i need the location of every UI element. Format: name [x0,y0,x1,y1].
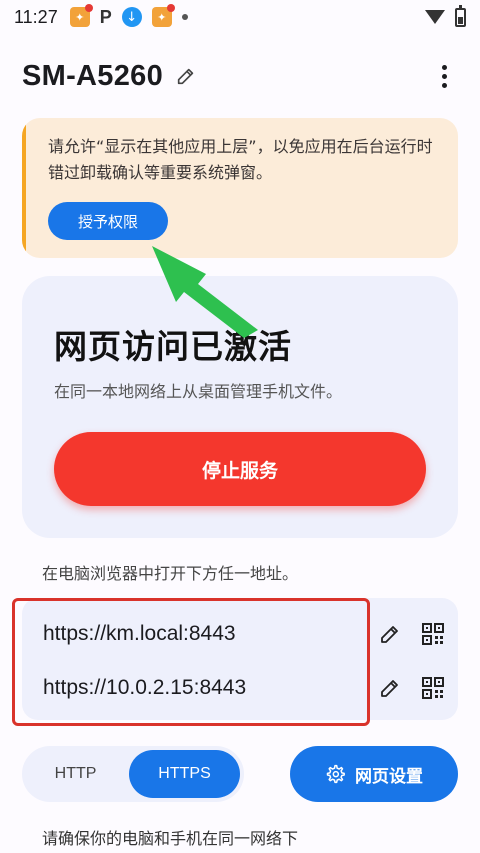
web-settings-button[interactable]: 网页设置 [290,746,458,802]
permission-message: 请允许“显示在其他应用上层”，以免应用在后台运行时错过卸载确认等重要系统弹窗。 [48,137,433,182]
protocol-option-http[interactable]: HTTP [26,750,125,798]
pencil-icon[interactable] [378,622,402,646]
qr-code-icon[interactable] [422,677,444,699]
status-right [425,4,466,27]
protocol-toggle: HTTP HTTPS [22,746,244,802]
device-name-title: SM-A5260 [22,59,164,92]
app-header: SM-A5260 [22,54,458,98]
pencil-icon[interactable] [378,676,402,700]
web-settings-label: 网页设置 [355,766,423,787]
protocol-option-https[interactable]: HTTPS [129,750,240,798]
url-highlight-box [12,598,370,726]
gear-icon [326,764,345,784]
access-status-subtitle: 在同一本地网络上从桌面管理手机文件。 [54,382,343,401]
stop-service-button[interactable]: 停止服务 [54,432,426,506]
browser-hint-text: 在电脑浏览器中打开下方任一地址。 [42,564,299,583]
qr-code-icon[interactable] [422,623,444,645]
network-footer-note: 请确保你的电脑和手机在同一网络下 [42,829,299,848]
wifi-icon [425,10,445,24]
more-vert-icon[interactable] [430,58,458,94]
status-bar: 11:27 ✦ P ↓ ✦ [0,0,480,34]
app-badge-icon: ✦ [69,4,93,27]
guide-arrow-icon [152,246,258,338]
status-time: 11:27 [14,6,58,27]
p-icon: P [99,6,112,27]
pencil-icon[interactable] [173,63,199,89]
download-icon: ↓ [121,7,142,27]
battery-charging-icon [455,4,466,27]
dot-icon [181,14,188,20]
app-badge-icon: ✦ [151,4,175,27]
